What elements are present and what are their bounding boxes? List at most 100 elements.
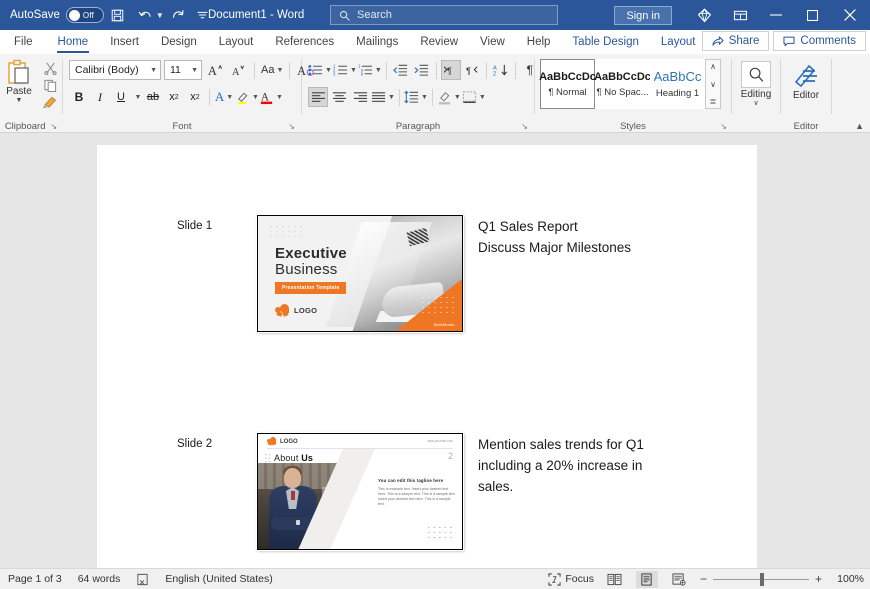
maximize-icon[interactable] <box>794 0 830 30</box>
share-button[interactable]: Share <box>701 31 770 51</box>
tab-insert[interactable]: Insert <box>99 30 150 54</box>
tab-review[interactable]: Review <box>409 30 469 54</box>
word-count[interactable]: 64 words <box>78 573 121 585</box>
editor-button[interactable]: Editor <box>781 57 831 101</box>
sign-in-button[interactable]: Sign in <box>614 5 672 25</box>
paragraph-dialog-launcher[interactable]: ↘ <box>521 122 528 131</box>
tab-file[interactable]: File <box>0 30 47 54</box>
slide-1-thumbnail[interactable]: Executive Business Presentation Template… <box>257 215 463 332</box>
clipboard-group-label: Clipboard <box>4 120 46 132</box>
page-indicator[interactable]: Page 1 of 3 <box>8 573 62 585</box>
redo-icon[interactable] <box>164 2 192 28</box>
left-to-right-button[interactable]: ¶ <box>440 60 461 80</box>
language-indicator[interactable]: English (United States) <box>165 573 272 585</box>
clipboard-dialog-launcher[interactable]: ↘ <box>50 122 57 131</box>
print-layout-button[interactable] <box>635 570 658 588</box>
paste-button[interactable]: Paste ▼ <box>0 57 38 110</box>
editing-button[interactable]: Editing ∨ <box>732 57 780 107</box>
zoom-thumb[interactable] <box>759 572 764 586</box>
slide-1-notes-text[interactable]: Q1 Sales Report Discuss Major Milestones <box>478 215 631 258</box>
font-size-combo[interactable]: 11 ▼ <box>164 60 202 80</box>
focus-mode-button[interactable]: Focus <box>548 572 594 586</box>
document-canvas[interactable]: Slide 1 Executive Business Presentation … <box>0 133 870 568</box>
web-layout-button[interactable] <box>668 571 690 588</box>
shrink-font-button[interactable]: A <box>228 60 248 80</box>
zoom-level[interactable]: 100% <box>832 573 864 585</box>
minimize-icon[interactable] <box>758 0 794 30</box>
superscript-button[interactable]: x2 <box>185 87 205 107</box>
increase-indent-button[interactable] <box>412 60 432 80</box>
zoom-in-button[interactable]: + <box>815 573 822 585</box>
right-to-left-button[interactable]: ¶ <box>462 60 482 80</box>
style-heading-1[interactable]: AaBbCс Heading 1 <box>650 59 705 109</box>
tab-references[interactable]: References <box>264 30 345 54</box>
styles-scroll-down-icon[interactable]: ∨ <box>710 79 716 90</box>
tab-table-design[interactable]: Table Design <box>561 30 649 54</box>
autosave-toggle[interactable]: Off <box>65 7 104 23</box>
cut-button[interactable] <box>42 61 58 76</box>
subscript-button[interactable]: x2 <box>164 87 184 107</box>
zoom-slider[interactable]: − + <box>700 572 822 586</box>
slide-2-thumbnail[interactable]: LOGO www.yoursite.com About Us 2 You can… <box>257 433 463 550</box>
shrink-font-icon: A <box>231 65 244 78</box>
zoom-out-button[interactable]: − <box>700 573 707 585</box>
format-painter-button[interactable] <box>42 95 58 110</box>
grow-font-button[interactable]: A <box>205 60 225 80</box>
align-left-button[interactable] <box>308 87 328 107</box>
numbering-button[interactable]: 123 ▼ <box>333 60 357 80</box>
copy-button[interactable] <box>42 78 58 93</box>
align-center-button[interactable] <box>329 87 349 107</box>
decrease-indent-button[interactable] <box>391 60 411 80</box>
save-icon[interactable] <box>104 2 132 28</box>
bold-button[interactable]: B <box>69 87 89 107</box>
text-effects-button[interactable]: A ▼ <box>214 87 234 107</box>
paste-dropdown-caret-icon[interactable]: ▼ <box>16 97 23 104</box>
undo-dropdown-caret-icon[interactable]: ▼ <box>156 11 164 20</box>
shading-button[interactable]: ▼ <box>437 87 461 107</box>
styles-dialog-launcher[interactable]: ↘ <box>720 122 727 131</box>
editing-dropdown-caret-icon[interactable]: ∨ <box>753 100 758 107</box>
comments-button[interactable]: Comments <box>773 31 866 51</box>
align-right-button[interactable] <box>350 87 370 107</box>
tab-view[interactable]: View <box>469 30 516 54</box>
tab-table-layout[interactable]: Layout <box>650 30 707 54</box>
collapse-ribbon-icon[interactable]: ▲ <box>855 121 864 131</box>
document-page[interactable]: Slide 1 Executive Business Presentation … <box>97 145 757 568</box>
group-separator <box>831 59 832 114</box>
style-normal[interactable]: AaBbCcDc ¶ Normal <box>539 59 596 109</box>
tab-home[interactable]: Home <box>47 30 100 54</box>
tab-design[interactable]: Design <box>150 30 208 54</box>
underline-dropdown-caret-icon[interactable]: ▼ <box>132 87 142 107</box>
multilevel-list-button[interactable]: 1ab ▼ <box>358 60 382 80</box>
justify-button[interactable]: ▼ <box>371 87 395 107</box>
styles-gallery-scrollbar[interactable]: ∧ ∨ ≣ <box>705 59 721 109</box>
font-color-button[interactable]: A ▼ <box>260 87 283 107</box>
sort-button[interactable]: AZ <box>491 60 511 80</box>
tab-layout[interactable]: Layout <box>208 30 265 54</box>
share-label: Share <box>728 35 760 47</box>
font-family-combo[interactable]: Calibri (Body) ▼ <box>69 60 161 80</box>
styles-scroll-up-icon[interactable]: ∧ <box>710 61 716 72</box>
proofing-errors-icon[interactable] <box>136 573 149 586</box>
office-diamond-icon[interactable] <box>686 0 722 30</box>
bullets-button[interactable]: ▼ <box>308 60 332 80</box>
tab-help[interactable]: Help <box>516 30 562 54</box>
slide-2-notes-text[interactable]: Mention sales trends for Q1 including a … <box>478 433 644 497</box>
italic-button[interactable]: I <box>90 87 110 107</box>
close-icon[interactable] <box>830 0 870 30</box>
underline-button[interactable]: U <box>111 87 131 107</box>
borders-button[interactable]: ▼ <box>462 87 486 107</box>
text-highlight-button[interactable]: ▼ <box>235 87 259 107</box>
line-spacing-button[interactable]: ▼ <box>404 87 428 107</box>
zoom-track[interactable] <box>712 572 809 586</box>
ribbon-display-options-icon[interactable] <box>722 0 758 30</box>
font-dialog-launcher[interactable]: ↘ <box>288 122 295 131</box>
search-input[interactable]: Search <box>330 5 558 25</box>
tab-mailings[interactable]: Mailings <box>345 30 409 54</box>
style-no-spacing[interactable]: AaBbCcDc ¶ No Spac... <box>594 59 651 109</box>
read-mode-button[interactable] <box>604 571 626 588</box>
styles-more-icon[interactable]: ≣ <box>710 96 717 107</box>
change-case-button[interactable]: Aa ▼ <box>261 60 283 80</box>
strikethrough-button[interactable]: ab <box>143 87 163 107</box>
slide-2-notes-line-3: sales. <box>478 479 514 494</box>
